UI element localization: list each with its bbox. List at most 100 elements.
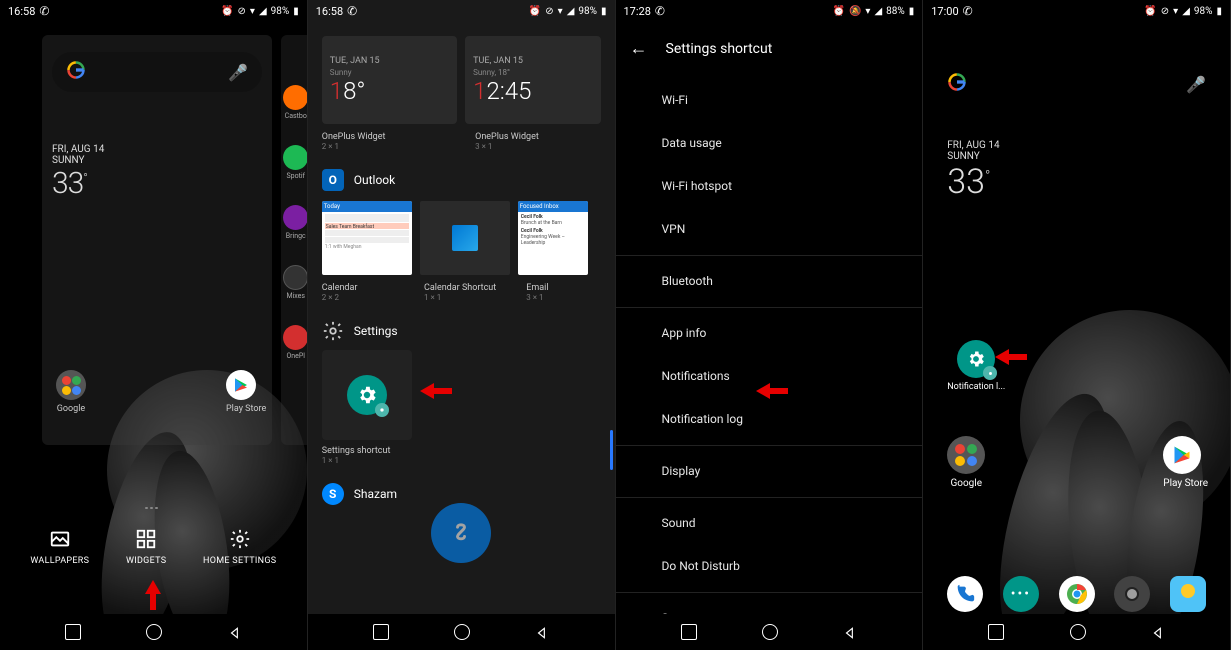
mixes-icon [283, 265, 308, 290]
recents-button[interactable] [65, 624, 81, 640]
battery-icon: ▮ [293, 6, 299, 17]
google-g-icon [66, 60, 86, 84]
drag-handle-icon [145, 507, 161, 511]
clock: 16:58 [8, 5, 35, 18]
messages-app[interactable]: ••• [1003, 576, 1039, 612]
battery-pct: 98% [271, 6, 290, 17]
folder-label: Google [56, 404, 86, 414]
divider [616, 307, 923, 308]
weather-deg: ° [83, 171, 87, 185]
mic-icon[interactable]: 🎤 [1186, 75, 1206, 94]
home-button[interactable] [146, 624, 162, 640]
home-button[interactable] [762, 624, 778, 640]
whatsapp-icon: ✆ [655, 4, 665, 18]
settings-item-do-not-disturb[interactable]: Do Not Disturb [616, 545, 923, 588]
widgets-button[interactable]: WIDGETS [126, 528, 166, 566]
whatsapp-icon: ✆ [39, 4, 49, 18]
recents-button[interactable] [681, 624, 697, 640]
widget-oneplus-2x1[interactable]: TUE, JAN 15 Sunny 18° [322, 36, 457, 124]
section-outlook[interactable]: O Outlook [308, 159, 615, 195]
divider [616, 255, 923, 256]
wifi-icon: ▾ [250, 6, 255, 17]
dock: ••• [923, 576, 1230, 612]
settings-item-bluetooth[interactable]: Bluetooth [616, 260, 923, 303]
clock: 16:58 [316, 5, 343, 18]
whatsapp-icon: ✆ [963, 4, 973, 18]
gallery-app[interactable] [1170, 576, 1206, 612]
play-store-app[interactable]: Play Store [226, 370, 266, 414]
settings-item-wi-fi-hotspot[interactable]: Wi-Fi hotspot [616, 165, 923, 208]
google-search-widget[interactable]: 🎤 [52, 52, 262, 92]
widget-outlook-shortcut[interactable] [420, 201, 510, 275]
camera-app[interactable] [1114, 576, 1150, 612]
secondary-page-preview[interactable]: Castbo Spotif Bringc Mixes OnePl [281, 35, 308, 445]
shazam-icon: S [322, 483, 344, 505]
home-button[interactable] [454, 624, 470, 640]
castbox-icon [283, 85, 308, 110]
weather-widget[interactable]: FRI, AUG 14 SUNNY 33° [947, 140, 999, 202]
back-button[interactable] [228, 625, 242, 639]
navbar [0, 614, 307, 650]
widget-outlook-calendar[interactable]: Today Sales Team Breakfast 1:1 with Megh… [322, 201, 412, 275]
recents-button[interactable] [988, 624, 1004, 640]
section-settings[interactable]: Settings [308, 310, 615, 346]
mic-icon[interactable]: 🎤 [228, 63, 248, 82]
status-bar: 16:58✆ ⏰⊘▾◢98%▮ [308, 0, 615, 22]
gallery-icon [1181, 584, 1195, 598]
chrome-app[interactable] [1059, 576, 1095, 612]
home-settings-button[interactable]: HOME SETTINGS [203, 528, 276, 566]
scrollbar-thumb[interactable] [610, 430, 613, 470]
hint-arrow-notification-log [754, 384, 788, 398]
settings-list: Wi-FiData usageWi-Fi hotspotVPN Bluetooth… [616, 75, 923, 650]
play-label: Play Store [226, 404, 266, 414]
page-title: Settings shortcut [666, 41, 773, 57]
settings-shortcut-icon [347, 375, 387, 415]
settings-item-wi-fi[interactable]: Wi-Fi [616, 79, 923, 122]
widget-outlook-email[interactable]: Focused Inbox Cecil Folk Brunch at the B… [518, 201, 588, 275]
outlook-icon: O [322, 169, 344, 191]
panel-home-final: 17:00✆ ⏰⊘▾◢98%▮ 🎤 FRI, AUG 14 SUNNY 33° … [923, 0, 1231, 650]
hint-arrow-settings-widget [418, 384, 452, 398]
hint-arrow-placed-widget [993, 350, 1027, 364]
settings-item-notification-log[interactable]: Notification log [616, 398, 923, 441]
widget-settings-shortcut[interactable] [322, 350, 412, 440]
gear-icon [229, 528, 251, 550]
dnd-icon: ⊘ [238, 6, 246, 17]
bring-icon [283, 205, 308, 230]
wallpapers-button[interactable]: WALLPAPERS [30, 528, 89, 566]
camera-icon [1125, 587, 1139, 601]
google-folder[interactable]: Google [947, 436, 985, 489]
settings-item-display[interactable]: Display [616, 450, 923, 493]
back-button[interactable] [535, 625, 549, 639]
panel-settings-shortcut-picker: 17:28✆ ⏰🔕▾◢88%▮ ← Settings shortcut Wi-F… [616, 0, 924, 650]
status-bar: 17:00✆ ⏰⊘▾◢98%▮ [923, 0, 1230, 22]
google-folder[interactable]: Google [56, 370, 86, 414]
back-button[interactable] [843, 625, 857, 639]
divider [616, 497, 923, 498]
settings-item-data-usage[interactable]: Data usage [616, 122, 923, 165]
google-search-widget[interactable]: 🎤 [923, 72, 1230, 96]
play-store-app[interactable]: Play Store [1163, 436, 1208, 489]
settings-shortcut-icon [957, 340, 995, 378]
battery-pct: 98% [1194, 6, 1213, 17]
status-bar: 16:58 ✆ ⏰ ⊘ ▾ ◢ 98% ▮ [0, 0, 307, 22]
recents-button[interactable] [373, 624, 389, 640]
settings-item-app-info[interactable]: App info [616, 312, 923, 355]
notification-log-shortcut[interactable]: Notification l... [947, 340, 1005, 392]
clock: 17:28 [624, 5, 651, 18]
status-bar: 17:28✆ ⏰🔕▾◢88%▮ [616, 0, 923, 22]
weather-widget[interactable]: FRI, AUG 14 SUNNY 33° [52, 144, 104, 201]
oneplus-icon [283, 325, 308, 350]
widget-oneplus-3x1[interactable]: TUE, JAN 15 Sunny, 18° 12:45 [465, 36, 600, 124]
settings-item-sound[interactable]: Sound [616, 502, 923, 545]
back-button[interactable] [1151, 625, 1165, 639]
weather-cond: SUNNY [52, 155, 104, 166]
spotify-icon [283, 145, 308, 170]
settings-item-vpn[interactable]: VPN [616, 208, 923, 251]
home-button[interactable] [1070, 624, 1086, 640]
back-arrow-icon[interactable]: ← [630, 38, 648, 59]
play-store-icon [226, 370, 256, 400]
phone-app[interactable] [947, 576, 983, 612]
widget-shazam[interactable] [431, 503, 491, 563]
settings-app-icon [322, 320, 344, 342]
